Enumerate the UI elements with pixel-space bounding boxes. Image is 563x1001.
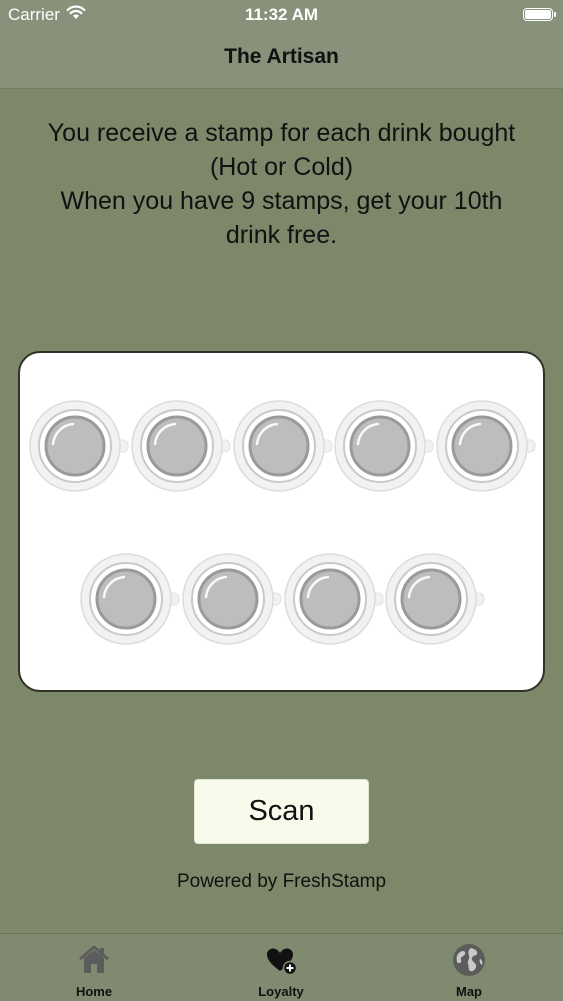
coffee-cup-icon	[333, 399, 437, 493]
coffee-cup-icon	[232, 399, 336, 493]
coffee-cup-icon	[435, 399, 539, 493]
tab-label: Home	[75, 984, 113, 999]
info-line: (Hot or Cold)	[209, 153, 354, 181]
tab-map[interactable]: Map	[375, 934, 563, 1001]
info-line: When you have 9 stamps, get your 10th	[60, 187, 503, 215]
heart-plus-icon	[263, 942, 299, 978]
scan-button[interactable]: Scan	[194, 779, 369, 844]
page-title: The Artisan	[224, 45, 339, 68]
tab-loyalty[interactable]: Loyalty	[187, 934, 375, 1001]
coffee-cup-icon	[283, 552, 387, 646]
stamp-card	[18, 351, 545, 692]
coffee-cup-icon	[130, 399, 234, 493]
tab-label: Loyalty	[258, 984, 304, 999]
info-line: drink free.	[225, 221, 338, 249]
tab-label: Map	[456, 984, 482, 999]
status-bar: Carrier 11:32 AM	[0, 0, 563, 30]
globe-icon	[451, 942, 487, 978]
powered-by-label: Powered by FreshStamp	[176, 871, 387, 892]
clock: 11:32 AM	[244, 5, 319, 24]
coffee-cup-icon	[181, 552, 285, 646]
loyalty-info-text: You receive a stamp for each drink bough…	[20, 116, 543, 252]
tab-bar: Home Loyalty Map	[0, 933, 563, 1001]
navigation-bar: The Artisan	[0, 30, 563, 89]
home-icon	[76, 942, 112, 978]
info-line: You receive a stamp for each drink bough…	[47, 119, 516, 147]
coffee-cup-icon	[79, 552, 183, 646]
tab-home[interactable]: Home	[0, 934, 188, 1001]
coffee-cup-icon	[384, 552, 488, 646]
battery-icon	[523, 8, 556, 21]
coffee-cup-icon	[28, 399, 132, 493]
